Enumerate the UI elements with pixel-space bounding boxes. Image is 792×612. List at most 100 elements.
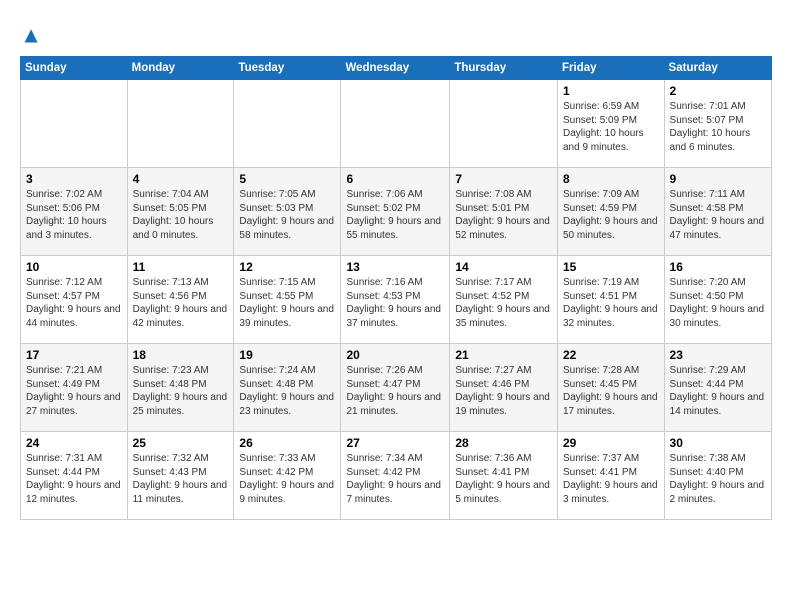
- day-info: Sunrise: 7:26 AM Sunset: 4:47 PM Dayligh…: [346, 364, 444, 418]
- day-number: 9: [670, 172, 766, 186]
- calendar-cell: 24Sunrise: 7:31 AM Sunset: 4:44 PM Dayli…: [21, 432, 128, 520]
- calendar-cell: [127, 80, 234, 168]
- calendar-cell: 12 Sunrise: 7:15 AM Sunset: 4:55 PM Dayli…: [234, 256, 341, 344]
- day-of-week-tuesday: Tuesday: [234, 57, 341, 80]
- calendar-cell: 13 Sunrise: 7:16 AM Sunset: 4:53 PM Dayli…: [341, 256, 450, 344]
- day-number: 11: [133, 260, 229, 274]
- calendar-week-5: 24Sunrise: 7:31 AM Sunset: 4:44 PM Dayli…: [21, 432, 772, 520]
- calendar-cell: 3 Sunrise: 7:02 AM Sunset: 5:06 PM Daylig…: [21, 168, 128, 256]
- header: ▲: [20, 16, 772, 50]
- day-info: Sunrise: 7:38 AM Sunset: 4:40 PM Dayligh…: [670, 452, 766, 506]
- day-info: Sunrise: 7:20 AM Sunset: 4:50 PM Dayligh…: [670, 276, 766, 330]
- calendar-cell: 19Sunrise: 7:24 AM Sunset: 4:48 PM Dayli…: [234, 344, 341, 432]
- day-number: 12: [239, 260, 335, 274]
- day-info: Sunrise: 7:01 AM Sunset: 5:07 PM Dayligh…: [670, 100, 766, 154]
- calendar-cell: 17 Sunrise: 7:21 AM Sunset: 4:49 PM Dayli…: [21, 344, 128, 432]
- day-number: 25: [133, 436, 229, 450]
- day-info: Sunrise: 7:06 AM Sunset: 5:02 PM Dayligh…: [346, 188, 444, 242]
- day-info: Sunrise: 7:12 AM Sunset: 4:57 PM Dayligh…: [26, 276, 122, 330]
- day-info: Sunrise: 7:04 AM Sunset: 5:05 PM Dayligh…: [133, 188, 229, 242]
- day-number: 6: [346, 172, 444, 186]
- day-number: 28: [455, 436, 552, 450]
- calendar-week-3: 10 Sunrise: 7:12 AM Sunset: 4:57 PM Dayli…: [21, 256, 772, 344]
- day-number: 30: [670, 436, 766, 450]
- day-info: Sunrise: 7:29 AM Sunset: 4:44 PM Dayligh…: [670, 364, 766, 418]
- day-info: Sunrise: 7:19 AM Sunset: 4:51 PM Dayligh…: [563, 276, 659, 330]
- calendar-cell: [21, 80, 128, 168]
- day-info: Sunrise: 7:34 AM Sunset: 4:42 PM Dayligh…: [346, 452, 444, 506]
- day-of-week-saturday: Saturday: [664, 57, 771, 80]
- day-info: Sunrise: 6:59 AM Sunset: 5:09 PM Dayligh…: [563, 100, 659, 154]
- day-number: 8: [563, 172, 659, 186]
- day-number: 13: [346, 260, 444, 274]
- calendar-table: SundayMondayTuesdayWednesdayThursdayFrid…: [20, 56, 772, 520]
- day-number: 1: [563, 84, 659, 98]
- day-number: 26: [239, 436, 335, 450]
- calendar-cell: 27 Sunrise: 7:34 AM Sunset: 4:42 PM Dayli…: [341, 432, 450, 520]
- calendar-week-2: 3 Sunrise: 7:02 AM Sunset: 5:06 PM Daylig…: [21, 168, 772, 256]
- calendar-cell: 1 Sunrise: 6:59 AM Sunset: 5:09 PM Daylig…: [558, 80, 665, 168]
- day-number: 27: [346, 436, 444, 450]
- day-info: Sunrise: 7:02 AM Sunset: 5:06 PM Dayligh…: [26, 188, 122, 242]
- day-info: Sunrise: 7:21 AM Sunset: 4:49 PM Dayligh…: [26, 364, 122, 418]
- page: ▲ SundayMondayTuesdayWednesdayThursdayFr…: [0, 0, 792, 530]
- calendar-cell: 25 Sunrise: 7:32 AM Sunset: 4:43 PM Dayli…: [127, 432, 234, 520]
- calendar-cell: 21Sunrise: 7:27 AM Sunset: 4:46 PM Dayli…: [450, 344, 558, 432]
- day-number: 2: [670, 84, 766, 98]
- day-info: Sunrise: 7:15 AM Sunset: 4:55 PM Dayligh…: [239, 276, 335, 330]
- day-info: Sunrise: 7:05 AM Sunset: 5:03 PM Dayligh…: [239, 188, 335, 242]
- calendar-cell: [341, 80, 450, 168]
- calendar-cell: 14 Sunrise: 7:17 AM Sunset: 4:52 PM Dayli…: [450, 256, 558, 344]
- calendar-week-4: 17 Sunrise: 7:21 AM Sunset: 4:49 PM Dayli…: [21, 344, 772, 432]
- calendar-cell: 6 Sunrise: 7:06 AM Sunset: 5:02 PM Daylig…: [341, 168, 450, 256]
- calendar-cell: [450, 80, 558, 168]
- day-number: 14: [455, 260, 552, 274]
- day-info: Sunrise: 7:11 AM Sunset: 4:58 PM Dayligh…: [670, 188, 766, 242]
- calendar-cell: 2 Sunrise: 7:01 AM Sunset: 5:07 PM Daylig…: [664, 80, 771, 168]
- day-number: 3: [26, 172, 122, 186]
- day-info: Sunrise: 7:32 AM Sunset: 4:43 PM Dayligh…: [133, 452, 229, 506]
- calendar-cell: 4 Sunrise: 7:04 AM Sunset: 5:05 PM Daylig…: [127, 168, 234, 256]
- calendar-week-1: 1 Sunrise: 6:59 AM Sunset: 5:09 PM Daylig…: [21, 80, 772, 168]
- day-info: Sunrise: 7:31 AM Sunset: 4:44 PM Dayligh…: [26, 452, 122, 506]
- calendar-cell: 30 Sunrise: 7:38 AM Sunset: 4:40 PM Dayli…: [664, 432, 771, 520]
- calendar-cell: 16 Sunrise: 7:20 AM Sunset: 4:50 PM Dayli…: [664, 256, 771, 344]
- day-of-week-wednesday: Wednesday: [341, 57, 450, 80]
- day-number: 4: [133, 172, 229, 186]
- day-number: 22: [563, 348, 659, 362]
- calendar-cell: [234, 80, 341, 168]
- calendar-header: SundayMondayTuesdayWednesdayThursdayFrid…: [21, 57, 772, 80]
- day-info: Sunrise: 7:17 AM Sunset: 4:52 PM Dayligh…: [455, 276, 552, 330]
- calendar-cell: 11Sunrise: 7:13 AM Sunset: 4:56 PM Dayli…: [127, 256, 234, 344]
- calendar-cell: 5Sunrise: 7:05 AM Sunset: 5:03 PM Daylig…: [234, 168, 341, 256]
- day-number: 20: [346, 348, 444, 362]
- day-info: Sunrise: 7:24 AM Sunset: 4:48 PM Dayligh…: [239, 364, 335, 418]
- day-number: 15: [563, 260, 659, 274]
- days-of-week-row: SundayMondayTuesdayWednesdayThursdayFrid…: [21, 57, 772, 80]
- day-number: 10: [26, 260, 122, 274]
- day-of-week-thursday: Thursday: [450, 57, 558, 80]
- day-number: 17: [26, 348, 122, 362]
- day-info: Sunrise: 7:36 AM Sunset: 4:41 PM Dayligh…: [455, 452, 552, 506]
- day-info: Sunrise: 7:08 AM Sunset: 5:01 PM Dayligh…: [455, 188, 552, 242]
- logo: ▲: [20, 22, 52, 50]
- calendar-cell: 10 Sunrise: 7:12 AM Sunset: 4:57 PM Dayli…: [21, 256, 128, 344]
- day-number: 16: [670, 260, 766, 274]
- calendar-cell: 22 Sunrise: 7:28 AM Sunset: 4:45 PM Dayli…: [558, 344, 665, 432]
- calendar-cell: 9 Sunrise: 7:11 AM Sunset: 4:58 PM Daylig…: [664, 168, 771, 256]
- calendar-cell: 15 Sunrise: 7:19 AM Sunset: 4:51 PM Dayli…: [558, 256, 665, 344]
- day-number: 18: [133, 348, 229, 362]
- calendar-cell: 29Sunrise: 7:37 AM Sunset: 4:41 PM Dayli…: [558, 432, 665, 520]
- day-info: Sunrise: 7:16 AM Sunset: 4:53 PM Dayligh…: [346, 276, 444, 330]
- calendar-cell: 7Sunrise: 7:08 AM Sunset: 5:01 PM Daylig…: [450, 168, 558, 256]
- day-info: Sunrise: 7:28 AM Sunset: 4:45 PM Dayligh…: [563, 364, 659, 418]
- day-info: Sunrise: 7:23 AM Sunset: 4:48 PM Dayligh…: [133, 364, 229, 418]
- day-info: Sunrise: 7:09 AM Sunset: 4:59 PM Dayligh…: [563, 188, 659, 242]
- day-number: 21: [455, 348, 552, 362]
- day-number: 23: [670, 348, 766, 362]
- day-of-week-sunday: Sunday: [21, 57, 128, 80]
- calendar-cell: 26 Sunrise: 7:33 AM Sunset: 4:42 PM Dayli…: [234, 432, 341, 520]
- day-info: Sunrise: 7:33 AM Sunset: 4:42 PM Dayligh…: [239, 452, 335, 506]
- logo-icon: ▲: [20, 22, 48, 50]
- calendar-cell: 8 Sunrise: 7:09 AM Sunset: 4:59 PM Daylig…: [558, 168, 665, 256]
